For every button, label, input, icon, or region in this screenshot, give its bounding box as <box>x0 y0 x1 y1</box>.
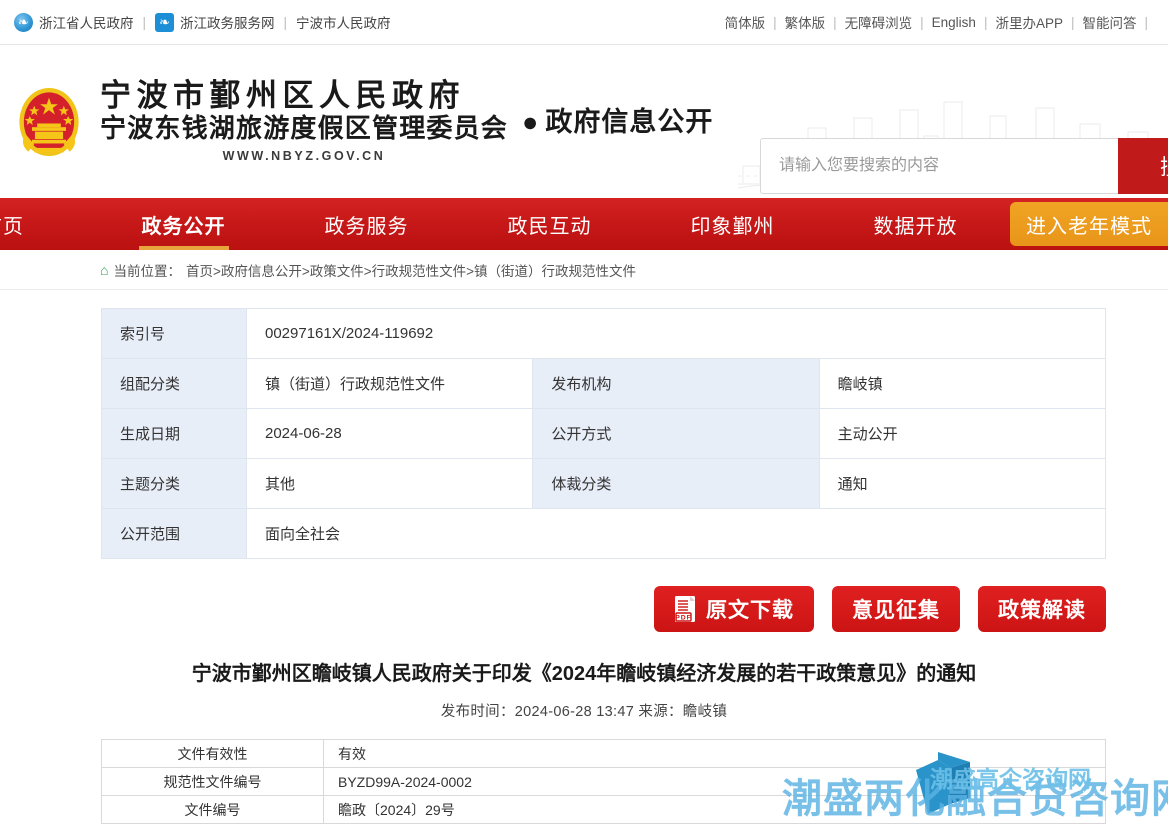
top-link-smart-qa[interactable]: 智能问答 <box>1082 12 1136 32</box>
download-original-button[interactable]: PDF 原文下载 <box>654 586 814 632</box>
table-row: 文件编号 瞻政〔2024〕29号 <box>101 795 1106 824</box>
file-label-validity: 文件有效性 <box>101 739 324 768</box>
document-metadata-table: 索引号 00297161X/2024-119692 组配分类 镇（街道）行政规范… <box>101 308 1107 559</box>
nav-item-government-affairs[interactable]: 政务公开 <box>92 198 275 250</box>
file-info-section: 文件有效性 有效 规范性文件编号 BYZD99A-2024-0002 文件编号 … <box>0 739 1168 824</box>
search-input[interactable] <box>760 138 1118 194</box>
meta-label-agency: 发布机构 <box>532 358 820 409</box>
meta-value-genre: 通知 <box>818 458 1107 509</box>
separator: | <box>1144 14 1148 30</box>
table-row: 组配分类 镇（街道）行政规范性文件 发布机构 瞻岐镇 <box>101 358 1107 409</box>
top-link-label: 宁波市人民政府 <box>296 16 391 31</box>
separator: | <box>983 14 988 30</box>
meta-value-scope: 面向全社会 <box>246 508 1106 559</box>
top-link-zhejiang-gov[interactable]: ❧ 浙江省人民政府 <box>14 12 134 32</box>
file-label-file-number: 文件编号 <box>101 795 324 824</box>
site-header: 宁波市鄞州区人民政府 宁波东钱湖旅游度假区管理委员会 WWW.NBYZ.GOV.… <box>0 45 1168 198</box>
meta-value-topic: 其他 <box>245 458 534 509</box>
nav-item-government-services[interactable]: 政务服务 <box>275 198 458 250</box>
policy-interpretation-button[interactable]: 政策解读 <box>978 586 1106 632</box>
search-box: 搜索 <box>760 138 1168 194</box>
header-subtitle-text: 政府信息公开 <box>545 107 714 137</box>
svg-text:PDF: PDF <box>675 614 692 621</box>
breadcrumb-bar: ⌂ 当前位置： 首页>政府信息公开>政策文件>行政规范性文件>镇（街道）行政规范… <box>0 250 1168 290</box>
nav-item-citizen-interaction[interactable]: 政民互动 <box>458 198 641 250</box>
table-row: 索引号 00297161X/2024-119692 <box>101 308 1106 359</box>
nav-item-impression-yinzhou[interactable]: 印象鄞州 <box>641 198 824 250</box>
meta-label-date: 生成日期 <box>101 408 247 459</box>
main-content: 索引号 00297161X/2024-119692 组配分类 镇（街道）行政规范… <box>0 290 1168 824</box>
top-link-traditional[interactable]: 繁体版 <box>785 12 826 32</box>
pdf-file-icon: PDF <box>675 596 695 622</box>
top-link-accessibility[interactable]: 无障碍浏览 <box>845 12 913 32</box>
nav-item-open-data[interactable]: 数据开放 <box>824 198 1007 250</box>
top-link-zhelib-app[interactable]: 浙里办APP <box>995 12 1063 32</box>
top-gov-links: ❧ 浙江省人民政府 | ❧ 浙江政务服务网 | 宁波市人民政府 <box>14 12 391 32</box>
breadcrumb-path[interactable]: 首页>政府信息公开>政策文件>行政规范性文件>镇（街道）行政规范性文件 <box>186 260 636 280</box>
separator: | <box>283 14 288 30</box>
top-link-label: 浙江省人民政府 <box>39 16 134 31</box>
feedback-collection-button[interactable]: 意见征集 <box>832 586 960 632</box>
separator: | <box>920 14 924 30</box>
top-link-label: 浙江政务服务网 <box>180 16 275 31</box>
file-value-validity: 有效 <box>323 739 1106 768</box>
top-link-ningbo-gov[interactable]: 宁波市人民政府 <box>296 12 391 32</box>
download-original-label: 原文下载 <box>706 599 794 622</box>
meta-value-index: 00297161X/2024-119692 <box>246 308 1106 359</box>
separator: | <box>142 14 147 30</box>
meta-label-scope: 公开范围 <box>101 508 247 559</box>
top-link-english[interactable]: English <box>932 15 976 30</box>
file-info-table: 文件有效性 有效 规范性文件编号 BYZD99A-2024-0002 文件编号 … <box>101 739 1106 824</box>
top-utility-bar: ❧ 浙江省人民政府 | ❧ 浙江政务服务网 | 宁波市人民政府 简体版 | 繁体… <box>0 0 1168 45</box>
publish-info: 发布时间：2024-06-28 13:47 来源：瞻岐镇 <box>440 704 728 720</box>
meta-label-category: 组配分类 <box>101 358 247 409</box>
meta-value-category: 镇（街道）行政规范性文件 <box>245 358 534 409</box>
meta-label-topic: 主题分类 <box>101 458 247 509</box>
separator: | <box>833 14 837 30</box>
top-link-zhejiang-service[interactable]: ❧ 浙江政务服务网 <box>155 12 275 32</box>
meta-label-genre: 体裁分类 <box>532 458 820 509</box>
main-navigation: 首页 政务公开 政务服务 政民互动 印象鄞州 数据开放 进入老年模式 <box>0 198 1168 250</box>
meta-value-date: 2024-06-28 <box>245 408 534 459</box>
meta-label-index: 索引号 <box>101 308 247 359</box>
meta-label-disclosure-method: 公开方式 <box>532 408 820 459</box>
separator: | <box>1070 14 1075 30</box>
elder-mode-button[interactable]: 进入老年模式 <box>1010 202 1168 246</box>
national-emblem-icon <box>19 87 79 156</box>
separator: | <box>773 14 777 30</box>
search-button[interactable]: 搜索 <box>1118 138 1168 194</box>
site-url: WWW.NBYZ.GOV.CN <box>222 149 386 164</box>
bullet-icon: ● <box>522 107 540 137</box>
breadcrumb-prefix: 当前位置： <box>113 263 181 279</box>
site-title-line2: 宁波东钱湖旅游度假区管理委员会 <box>100 113 509 143</box>
site-title-line1: 宁波市鄞州区人民政府 <box>100 77 465 113</box>
table-row: 生成日期 2024-06-28 公开方式 主动公开 <box>101 408 1107 459</box>
meta-value-disclosure-method: 主动公开 <box>818 408 1107 459</box>
zhejiang-service-square-icon: ❧ <box>155 12 175 32</box>
document-action-buttons: PDF 原文下载 意见征集 政策解读 <box>101 586 1106 632</box>
breadcrumb: ⌂ 当前位置： 首页>政府信息公开>政策文件>行政规范性文件>镇（街道）行政规范… <box>100 260 636 280</box>
home-icon: ⌂ <box>100 261 109 278</box>
meta-value-agency: 瞻岐镇 <box>818 358 1107 409</box>
table-row: 文件有效性 有效 <box>101 739 1106 768</box>
top-link-simplified[interactable]: 简体版 <box>725 12 766 32</box>
nav-item-home[interactable]: 首页 <box>0 198 74 250</box>
table-row: 公开范围 面向全社会 <box>101 508 1106 559</box>
table-row: 规范性文件编号 BYZD99A-2024-0002 <box>101 767 1106 796</box>
top-tool-links: 简体版 | 繁体版 | 无障碍浏览 | English | 浙里办APP | 智… <box>725 12 1156 32</box>
table-row: 主题分类 其他 体裁分类 通知 <box>101 458 1107 509</box>
zhejiang-gov-circle-icon: ❧ <box>14 12 33 32</box>
file-value-file-number: 瞻政〔2024〕29号 <box>323 795 1106 824</box>
site-title-block: 宁波市鄞州区人民政府 宁波东钱湖旅游度假区管理委员会 WWW.NBYZ.GOV.… <box>100 77 509 164</box>
page-title: 宁波市鄞州区瞻岐镇人民政府关于印发《2024年瞻岐镇经济发展的若干政策意见》的通… <box>191 663 977 685</box>
file-value-doc-number: BYZD99A-2024-0002 <box>323 767 1106 796</box>
file-label-doc-number: 规范性文件编号 <box>101 767 324 796</box>
header-subtitle: ● 政府信息公开 <box>522 100 713 139</box>
